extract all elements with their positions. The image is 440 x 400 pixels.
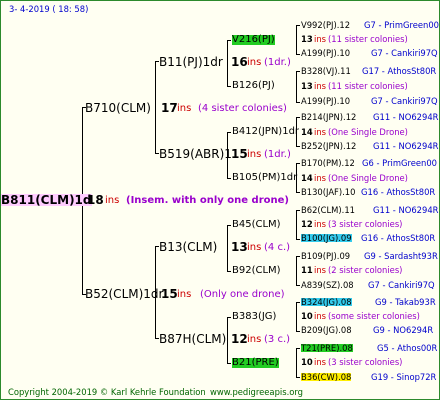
gen4-note: (11 sister colonies): [328, 81, 408, 91]
gen4-ins-label: ins: [314, 219, 326, 229]
gen4-queen[interactable]: B170(PM).12: [301, 159, 355, 168]
gen4-code: G9 - NO6294R: [373, 325, 434, 335]
gen4-queen[interactable]: B100(JG).09: [301, 234, 352, 242]
gen2-note-2: (1dr.): [264, 149, 291, 160]
gen4-ins-label: ins: [314, 265, 326, 275]
gen2-queen-4[interactable]: B87H(CLM): [159, 333, 226, 345]
gen4-note: (some sister colonies): [328, 311, 420, 321]
gen3-queen-2[interactable]: B126(PJ): [232, 81, 275, 91]
gen4-ins-label: ins: [314, 81, 326, 91]
gen4-ins-label: ins: [314, 173, 326, 183]
gen2-note-3: (4 c.): [264, 242, 291, 253]
footer-url[interactable]: www.pedigreeapis.org: [210, 388, 303, 397]
date-header: 3- 4-2019 ( 18: 58): [9, 4, 89, 14]
gen2-ins-label-2: ins: [247, 149, 262, 160]
gen4-ins-label: ins: [314, 34, 326, 44]
gen4-code: G7 - Cankiri97Q: [371, 96, 438, 106]
gen2-queen-3[interactable]: B13(CLM): [159, 241, 217, 253]
gen4-queen[interactable]: B324(JG).08: [301, 298, 352, 306]
gen4-ins-count: 10: [301, 357, 313, 367]
gen1-ins-count-1: 17: [161, 101, 178, 115]
gen4-code: G5 - Athos00R: [377, 343, 438, 353]
gen4-queen[interactable]: V992(PJ).12: [301, 21, 350, 30]
gen4-code: G9 - Takab93R: [375, 297, 436, 307]
gen4-ins-count: 11: [301, 265, 313, 275]
gen3-queen-8[interactable]: B21(PRE): [232, 358, 279, 368]
gen4-code: G7 - Cankiri97Q: [371, 48, 438, 58]
gen2-note-4: (3 c.): [264, 334, 291, 345]
gen4-code: G7 - Cankiri97Q: [368, 280, 435, 290]
gen4-code: G16 - AthosSt80R: [361, 187, 436, 197]
root-ins-label: ins: [105, 195, 120, 206]
gen4-note: (2 sister colonies): [328, 265, 403, 275]
gen4-code: G11 - NO6294R: [373, 205, 439, 215]
footer-copyright: Copyright 2004-2019 © Karl Kehrle Founda…: [8, 387, 206, 397]
gen4-ins-label: ins: [314, 127, 326, 137]
gen4-code: G9 - Sardasht93R: [364, 251, 438, 261]
gen1-ins-label-1: ins: [177, 103, 192, 114]
gen2-ins-label-1: ins: [247, 57, 262, 68]
gen2-ins-label-4: ins: [247, 334, 262, 345]
gen4-code: G16 - AthosSt80R: [361, 233, 436, 243]
gen1-ins-label-2: ins: [177, 289, 192, 300]
gen4-ins-count: 12: [301, 219, 313, 229]
gen2-note-1: (1dr.): [264, 57, 291, 68]
gen4-queen[interactable]: B328(VJ).11: [301, 67, 351, 76]
gen2-queen-2[interactable]: B519(ABR)1: [159, 148, 232, 160]
gen2-ins-count-1: 16: [231, 55, 248, 69]
gen4-ins-label: ins: [314, 311, 326, 321]
gen4-note: (One Single Drone): [328, 173, 408, 183]
gen3-queen-5[interactable]: B45(CLM): [232, 220, 281, 230]
gen4-code: G6 - PrimGreen00: [362, 158, 438, 168]
gen4-queen[interactable]: B62(CLM).11: [301, 206, 355, 215]
root-ins-count: 18: [87, 193, 104, 207]
gen4-code: G11 - NO6294R: [373, 112, 439, 122]
gen1-note-1: (4 sister colonies): [198, 103, 287, 114]
root-queen[interactable]: B811(CLM)1d: [1, 194, 92, 206]
gen4-ins-count: 14: [301, 127, 313, 137]
gen3-queen-1[interactable]: V216(PJ): [232, 35, 275, 45]
gen2-ins-count-4: 12: [231, 332, 248, 346]
gen4-code: G19 - Sinop72R: [371, 372, 437, 382]
gen4-queen[interactable]: B36(CW).08: [301, 373, 352, 381]
gen4-queen[interactable]: B214(JPN).12: [301, 113, 356, 122]
gen4-code: G17 - AthosSt80R: [362, 66, 437, 76]
gen4-queen[interactable]: A839(SZ).08: [301, 281, 354, 290]
gen4-note: (3 sister colonies): [328, 357, 403, 367]
gen4-code: G7 - PrimGreen00: [364, 20, 440, 30]
gen1-ins-count-2: 15: [161, 287, 178, 301]
gen4-ins-count: 13: [301, 34, 313, 44]
gen4-queen[interactable]: B209(JG).08: [301, 326, 352, 335]
gen2-ins-count-2: 15: [231, 147, 248, 161]
gen4-ins-count: 13: [301, 81, 313, 91]
gen4-note: (One Single Drone): [328, 127, 408, 137]
pedigree-chart: 3- 4-2019 ( 18: 58) B811(CLM)1d 18 ins (…: [0, 0, 440, 400]
gen4-queen[interactable]: B130(JAF).10: [301, 188, 355, 197]
gen1-queen-2[interactable]: B52(CLM)1dr: [85, 288, 163, 300]
gen4-ins-label: ins: [314, 357, 326, 367]
gen1-note-2: (Only one drone): [200, 289, 285, 300]
gen3-queen-6[interactable]: B92(CLM): [232, 266, 281, 276]
gen3-queen-3[interactable]: B412(JPN)1dr: [232, 127, 299, 137]
gen4-code: G11 - NO6294R: [373, 141, 439, 151]
gen2-ins-label-3: ins: [247, 242, 262, 253]
gen4-note: (3 sister colonies): [328, 219, 403, 229]
gen4-ins-count: 14: [301, 173, 313, 183]
gen4-queen[interactable]: T21(PRE).08: [301, 344, 353, 352]
root-note: (Insem. with only one drone): [126, 195, 289, 206]
gen4-queen[interactable]: B252(JPN).12: [301, 142, 356, 151]
gen4-queen[interactable]: A199(PJ).10: [301, 97, 350, 106]
gen2-ins-count-3: 13: [231, 240, 248, 254]
gen3-queen-7[interactable]: B383(JG): [232, 312, 276, 322]
gen4-note: (11 sister colonies): [328, 34, 408, 44]
gen3-queen-4[interactable]: B105(PM)1dr: [232, 173, 297, 183]
gen4-queen[interactable]: A199(PJ).10: [301, 49, 350, 58]
gen4-queen[interactable]: B109(PJ).09: [301, 252, 350, 261]
gen1-queen-1[interactable]: B710(CLM): [85, 102, 151, 114]
gen4-ins-count: 10: [301, 311, 313, 321]
gen2-queen-1[interactable]: B11(PJ)1dr: [159, 56, 223, 68]
